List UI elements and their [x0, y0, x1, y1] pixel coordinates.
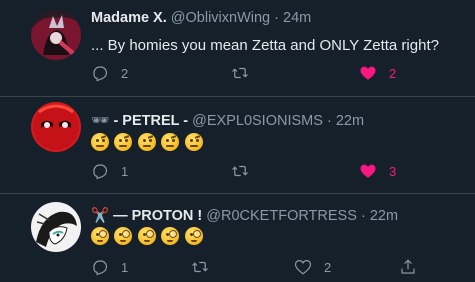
retweet-icon	[231, 64, 249, 82]
retweet-button[interactable]	[231, 162, 249, 180]
tweet-1[interactable]: Madame X. @OblivixnWing · 24m ... By hom…	[0, 0, 475, 96]
monocle-emoji-icon	[137, 227, 156, 245]
like-button[interactable]: 3	[359, 162, 396, 180]
raised-eyebrow-emoji-icon	[184, 133, 203, 151]
display-name[interactable]: - PETREL -	[113, 113, 188, 129]
reply-icon	[91, 162, 109, 180]
retweet-button[interactable]	[191, 258, 209, 276]
reply-count: 1	[121, 259, 129, 275]
reply-button[interactable]: 1	[91, 162, 128, 180]
tweet-text-emojis	[91, 133, 204, 153]
like-button[interactable]: 2	[294, 258, 331, 276]
user-handle[interactable]: @OblivixnWing	[171, 10, 270, 26]
tweet-text-emojis	[91, 227, 204, 247]
monocle-emoji-icon	[161, 227, 180, 245]
reply-icon	[91, 64, 109, 82]
raised-eyebrow-emoji-icon	[161, 133, 180, 151]
like-button[interactable]: 2	[359, 64, 396, 82]
monocle-emoji-icon	[184, 227, 203, 245]
like-count: 3	[389, 163, 397, 179]
raised-eyebrow-emoji-icon	[114, 133, 133, 151]
retweet-icon	[231, 162, 249, 180]
tweet-2[interactable]: 🕶 - PETREL - @EXPL0SIONISMS · 22m 1 3	[0, 97, 475, 193]
raised-eyebrow-emoji-icon	[91, 133, 109, 151]
reply-button[interactable]: 2	[91, 64, 128, 82]
timestamp[interactable]: 22m	[370, 208, 398, 224]
monocle-emoji-icon	[91, 227, 109, 245]
timestamp[interactable]: 22m	[336, 113, 364, 129]
timestamp[interactable]: 24m	[283, 10, 311, 26]
heart-outline-icon	[294, 258, 312, 276]
avatar[interactable]	[31, 202, 81, 252]
separator-dot: ·	[360, 208, 366, 224]
reply-count: 1	[121, 163, 129, 179]
tweet-actions: 1 3	[91, 162, 471, 182]
user-handle[interactable]: @EXPL0SIONISMS	[192, 113, 323, 129]
reply-icon	[91, 258, 109, 276]
heart-filled-icon	[359, 64, 377, 82]
tweet-text: ... By homies you mean Zetta and ONLY Ze…	[91, 37, 439, 54]
tweet-actions: 1 2	[91, 258, 471, 278]
avatar[interactable]	[31, 102, 81, 152]
scissors-icon: ✂️	[91, 208, 110, 224]
sunglasses-icon: 🕶	[91, 113, 110, 129]
display-name[interactable]: Madame X.	[91, 10, 167, 26]
display-name[interactable]: — PROTON !	[113, 208, 202, 224]
tweet-3[interactable]: ✂️ — PROTON ! @R0CKETFORTRESS · 22m 1 2	[0, 194, 475, 282]
separator-dot: ·	[274, 10, 279, 26]
retweet-button[interactable]	[231, 64, 249, 82]
reply-count: 2	[121, 65, 129, 81]
monocle-emoji-icon	[114, 227, 133, 245]
raised-eyebrow-emoji-icon	[137, 133, 156, 151]
tweet-actions: 2 2	[91, 64, 471, 84]
retweet-icon	[191, 258, 209, 276]
separator-dot: ·	[326, 113, 332, 129]
like-count: 2	[324, 259, 332, 275]
share-icon	[399, 258, 417, 276]
reply-button[interactable]: 1	[91, 258, 128, 276]
heart-filled-icon	[359, 162, 377, 180]
avatar[interactable]	[31, 10, 81, 60]
like-count: 2	[389, 65, 397, 81]
user-handle[interactable]: @R0CKETFORTRESS	[206, 208, 357, 224]
share-button[interactable]	[399, 258, 417, 276]
